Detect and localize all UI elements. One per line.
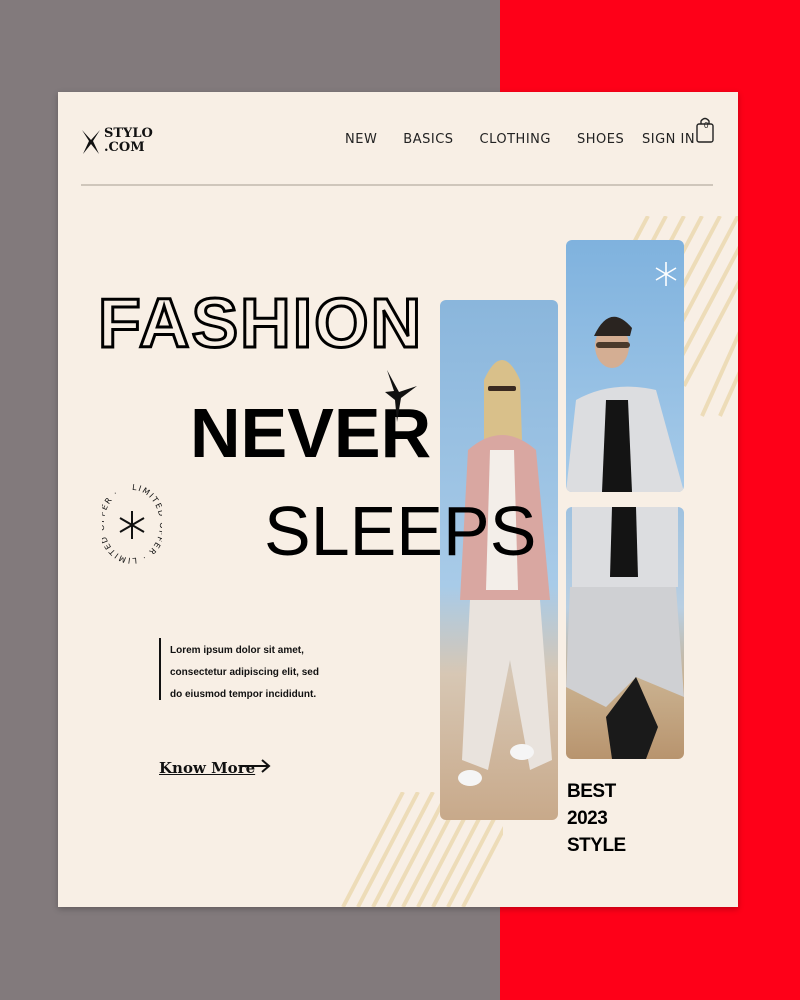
hero-line-sleeps: SLEEPS [264,492,537,570]
brand-logo[interactable]: STYLO .COM [82,126,153,156]
sign-in-link[interactable]: SIGN IN [642,132,695,147]
badge-line-1: BEST [567,781,616,802]
badge-line-2: 2023 [567,808,608,829]
model-photo-bottom-right [566,507,684,759]
main-nav: NEW BASICS CLOTHING SHOES [345,132,624,147]
badge-line-3: STYLE [567,835,626,856]
hero-description: Lorem ipsum dolor sit amet, consectetur … [170,640,319,706]
cart-count: 0 [704,121,709,130]
arrow-right-icon[interactable] [241,758,271,774]
model-photo-top-right [566,240,684,492]
sparkle-star-icon [385,370,417,422]
star-icon [82,130,100,154]
limited-offer-stamp: LIMITED OFFER · LIMITED OFFER · [102,483,162,565]
header-divider [81,184,713,186]
description-line-1: Lorem ipsum dolor sit amet, [170,645,304,656]
sparkle-icon [655,262,677,286]
best-style-badge: BEST 2023 STYLE [567,778,626,859]
brand-line-2: .COM [104,140,145,155]
description-accent-line [159,638,161,700]
nav-item-shoes[interactable]: SHOES [577,132,624,147]
brand-line-1: STYLO [104,126,153,141]
nav-item-basics[interactable]: BASICS [403,132,453,147]
asterisk-icon [119,511,145,539]
landing-page-card: STYLO .COM NEW BASICS CLOTHING SHOES SIG… [58,92,738,907]
nav-item-clothing[interactable]: CLOTHING [480,132,551,147]
man-figure-illustration [566,262,684,492]
description-line-2: consectetur adipiscing elit, sed [170,667,319,678]
nav-item-new[interactable]: NEW [345,132,377,147]
description-line-3: do eiusmod tempor incididunt. [170,689,317,700]
hero-line-fashion: FASHION [96,284,424,362]
brand-name: STYLO .COM [104,127,153,155]
crouching-figure-illustration [566,507,684,759]
